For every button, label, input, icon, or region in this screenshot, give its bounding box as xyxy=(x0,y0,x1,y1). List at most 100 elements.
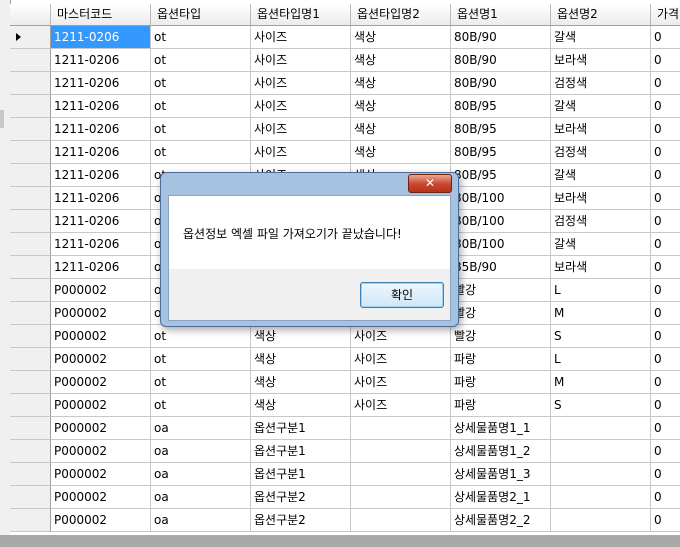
table-cell[interactable]: 80B/100 xyxy=(451,210,551,233)
table-cell[interactable]: 1211-0206 xyxy=(51,256,151,279)
row-header[interactable] xyxy=(10,49,51,72)
table-cell[interactable]: 0 xyxy=(651,72,680,95)
row-header[interactable] xyxy=(10,325,51,348)
table-cell[interactable]: 갈색 xyxy=(551,95,651,118)
table-cell[interactable]: 보라색 xyxy=(551,118,651,141)
table-row[interactable]: 1211-0206ot사이즈색상80B/95갈색0 xyxy=(10,95,680,118)
table-cell[interactable]: 1211-0206 xyxy=(51,164,151,187)
table-row[interactable]: P000002 oa 옵션구분1 상세물품명1_3 0 xyxy=(10,463,680,486)
table-cell[interactable]: 갈색 xyxy=(551,26,651,49)
table-cell[interactable]: ot xyxy=(151,49,251,72)
column-header[interactable]: 가격 xyxy=(651,4,680,26)
table-cell[interactable]: 사이즈 xyxy=(351,348,451,371)
table-cell[interactable]: ot xyxy=(151,118,251,141)
table-cell[interactable]: 상세물품명2_1 xyxy=(451,486,551,509)
table-cell[interactable]: 0 xyxy=(651,417,680,440)
table-cell[interactable]: 보라색 xyxy=(551,256,651,279)
table-cell[interactable]: 0 xyxy=(651,233,680,256)
table-row[interactable]: P000002 ot 색상 사이즈 파랑 M 0 xyxy=(10,371,680,394)
table-cell[interactable]: 옵션구분1 xyxy=(251,417,351,440)
table-cell[interactable]: 사이즈 xyxy=(251,95,351,118)
table-cell[interactable]: P000002 xyxy=(51,279,151,302)
row-header[interactable] xyxy=(10,440,51,463)
table-cell[interactable]: 80B/90 xyxy=(451,26,551,49)
table-cell[interactable]: P000002 xyxy=(51,463,151,486)
row-header[interactable] xyxy=(10,164,51,187)
table-cell[interactable]: ot xyxy=(151,26,251,49)
table-cell[interactable]: P000002 xyxy=(51,417,151,440)
table-row[interactable]: 1211-0206 ot 사이즈 색상 80B/95 검정색 0 xyxy=(10,141,680,164)
dialog-titlebar[interactable]: ✕ xyxy=(161,173,458,195)
table-cell[interactable]: 0 xyxy=(651,141,680,164)
table-cell[interactable]: 사이즈 xyxy=(251,49,351,72)
table-cell[interactable]: 색상 xyxy=(351,141,451,164)
table-cell[interactable] xyxy=(551,509,651,532)
table-cell[interactable]: P000002 xyxy=(51,371,151,394)
table-cell[interactable]: 파랑 xyxy=(451,394,551,417)
table-cell[interactable]: S xyxy=(551,394,651,417)
table-cell[interactable] xyxy=(351,463,451,486)
table-cell[interactable]: 사이즈 xyxy=(251,118,351,141)
table-cell[interactable]: 옵션구분1 xyxy=(251,440,351,463)
table-cell[interactable] xyxy=(351,486,451,509)
table-cell[interactable]: oa xyxy=(151,509,251,532)
table-cell[interactable]: P000002 xyxy=(51,486,151,509)
table-cell[interactable]: 1211-0206 xyxy=(51,26,151,49)
table-cell[interactable]: 상세물품명1_2 xyxy=(451,440,551,463)
table-cell[interactable]: 0 xyxy=(651,325,680,348)
table-row[interactable]: 1211-0206 ot 사이즈 색상 80B/90 검정색 0 xyxy=(10,72,680,95)
table-cell[interactable]: 파랑 xyxy=(451,348,551,371)
table-cell[interactable]: 0 xyxy=(651,256,680,279)
table-cell[interactable]: 0 xyxy=(651,187,680,210)
row-header[interactable] xyxy=(10,95,51,118)
row-header[interactable] xyxy=(10,348,51,371)
table-cell[interactable]: 색상 xyxy=(251,371,351,394)
table-row[interactable]: P000002 ot 색상 사이즈 빨강 S 0 xyxy=(10,325,680,348)
column-header[interactable]: 옵션타입명1 xyxy=(251,4,351,26)
table-row[interactable]: P000002 oa 옵션구분1 상세물품명1_1 0 xyxy=(10,417,680,440)
table-cell[interactable]: 1211-0206 xyxy=(51,49,151,72)
table-cell[interactable]: 사이즈 xyxy=(351,371,451,394)
table-cell[interactable]: 상세물품명2_2 xyxy=(451,509,551,532)
table-cell[interactable]: 0 xyxy=(651,118,680,141)
table-cell[interactable]: 상세물품명1_1 xyxy=(451,417,551,440)
table-cell[interactable]: 색상 xyxy=(251,348,351,371)
table-cell[interactable]: 보라색 xyxy=(551,187,651,210)
table-cell[interactable]: P000002 xyxy=(51,440,151,463)
column-header[interactable]: 마스터코드 xyxy=(51,4,151,26)
table-cell[interactable]: 1211-0206 xyxy=(51,187,151,210)
table-cell[interactable]: ot xyxy=(151,141,251,164)
table-cell[interactable]: M xyxy=(551,371,651,394)
table-row[interactable]: P000002 ot 색상 사이즈 파랑 S 0 xyxy=(10,394,680,417)
table-cell[interactable]: 갈색 xyxy=(551,233,651,256)
column-header[interactable]: 옵션명2 xyxy=(551,4,651,26)
table-cell[interactable]: P000002 xyxy=(51,348,151,371)
table-cell[interactable]: 옵션구분2 xyxy=(251,486,351,509)
table-cell[interactable]: 색상 xyxy=(351,49,451,72)
table-cell[interactable]: 0 xyxy=(651,348,680,371)
table-cell[interactable]: 0 xyxy=(651,463,680,486)
ok-button[interactable]: 확인 xyxy=(360,282,444,308)
table-cell[interactable]: 색상 xyxy=(351,95,451,118)
table-cell[interactable]: 1211-0206 xyxy=(51,118,151,141)
table-cell[interactable]: 갈색 xyxy=(551,164,651,187)
table-row[interactable]: P000002 oa 옵션구분2 상세물품명2_2 0 xyxy=(10,509,680,532)
table-cell[interactable]: 색상 xyxy=(251,325,351,348)
table-cell[interactable]: 80B/95 xyxy=(451,118,551,141)
table-cell[interactable] xyxy=(551,417,651,440)
table-cell[interactable]: 0 xyxy=(651,164,680,187)
table-cell[interactable] xyxy=(351,440,451,463)
table-cell[interactable]: S xyxy=(551,325,651,348)
table-cell[interactable]: M xyxy=(551,302,651,325)
row-header[interactable] xyxy=(10,417,51,440)
table-cell[interactable]: ot xyxy=(151,325,251,348)
table-cell[interactable]: 0 xyxy=(651,440,680,463)
row-header[interactable] xyxy=(10,394,51,417)
row-header[interactable] xyxy=(10,256,51,279)
table-cell[interactable]: ot xyxy=(151,394,251,417)
table-cell[interactable] xyxy=(351,509,451,532)
table-cell[interactable]: ot xyxy=(151,95,251,118)
table-cell[interactable] xyxy=(551,440,651,463)
table-row[interactable]: 1211-0206 ot 사이즈 색상 80B/90 보라색 0 xyxy=(10,49,680,72)
table-cell[interactable]: 0 xyxy=(651,302,680,325)
